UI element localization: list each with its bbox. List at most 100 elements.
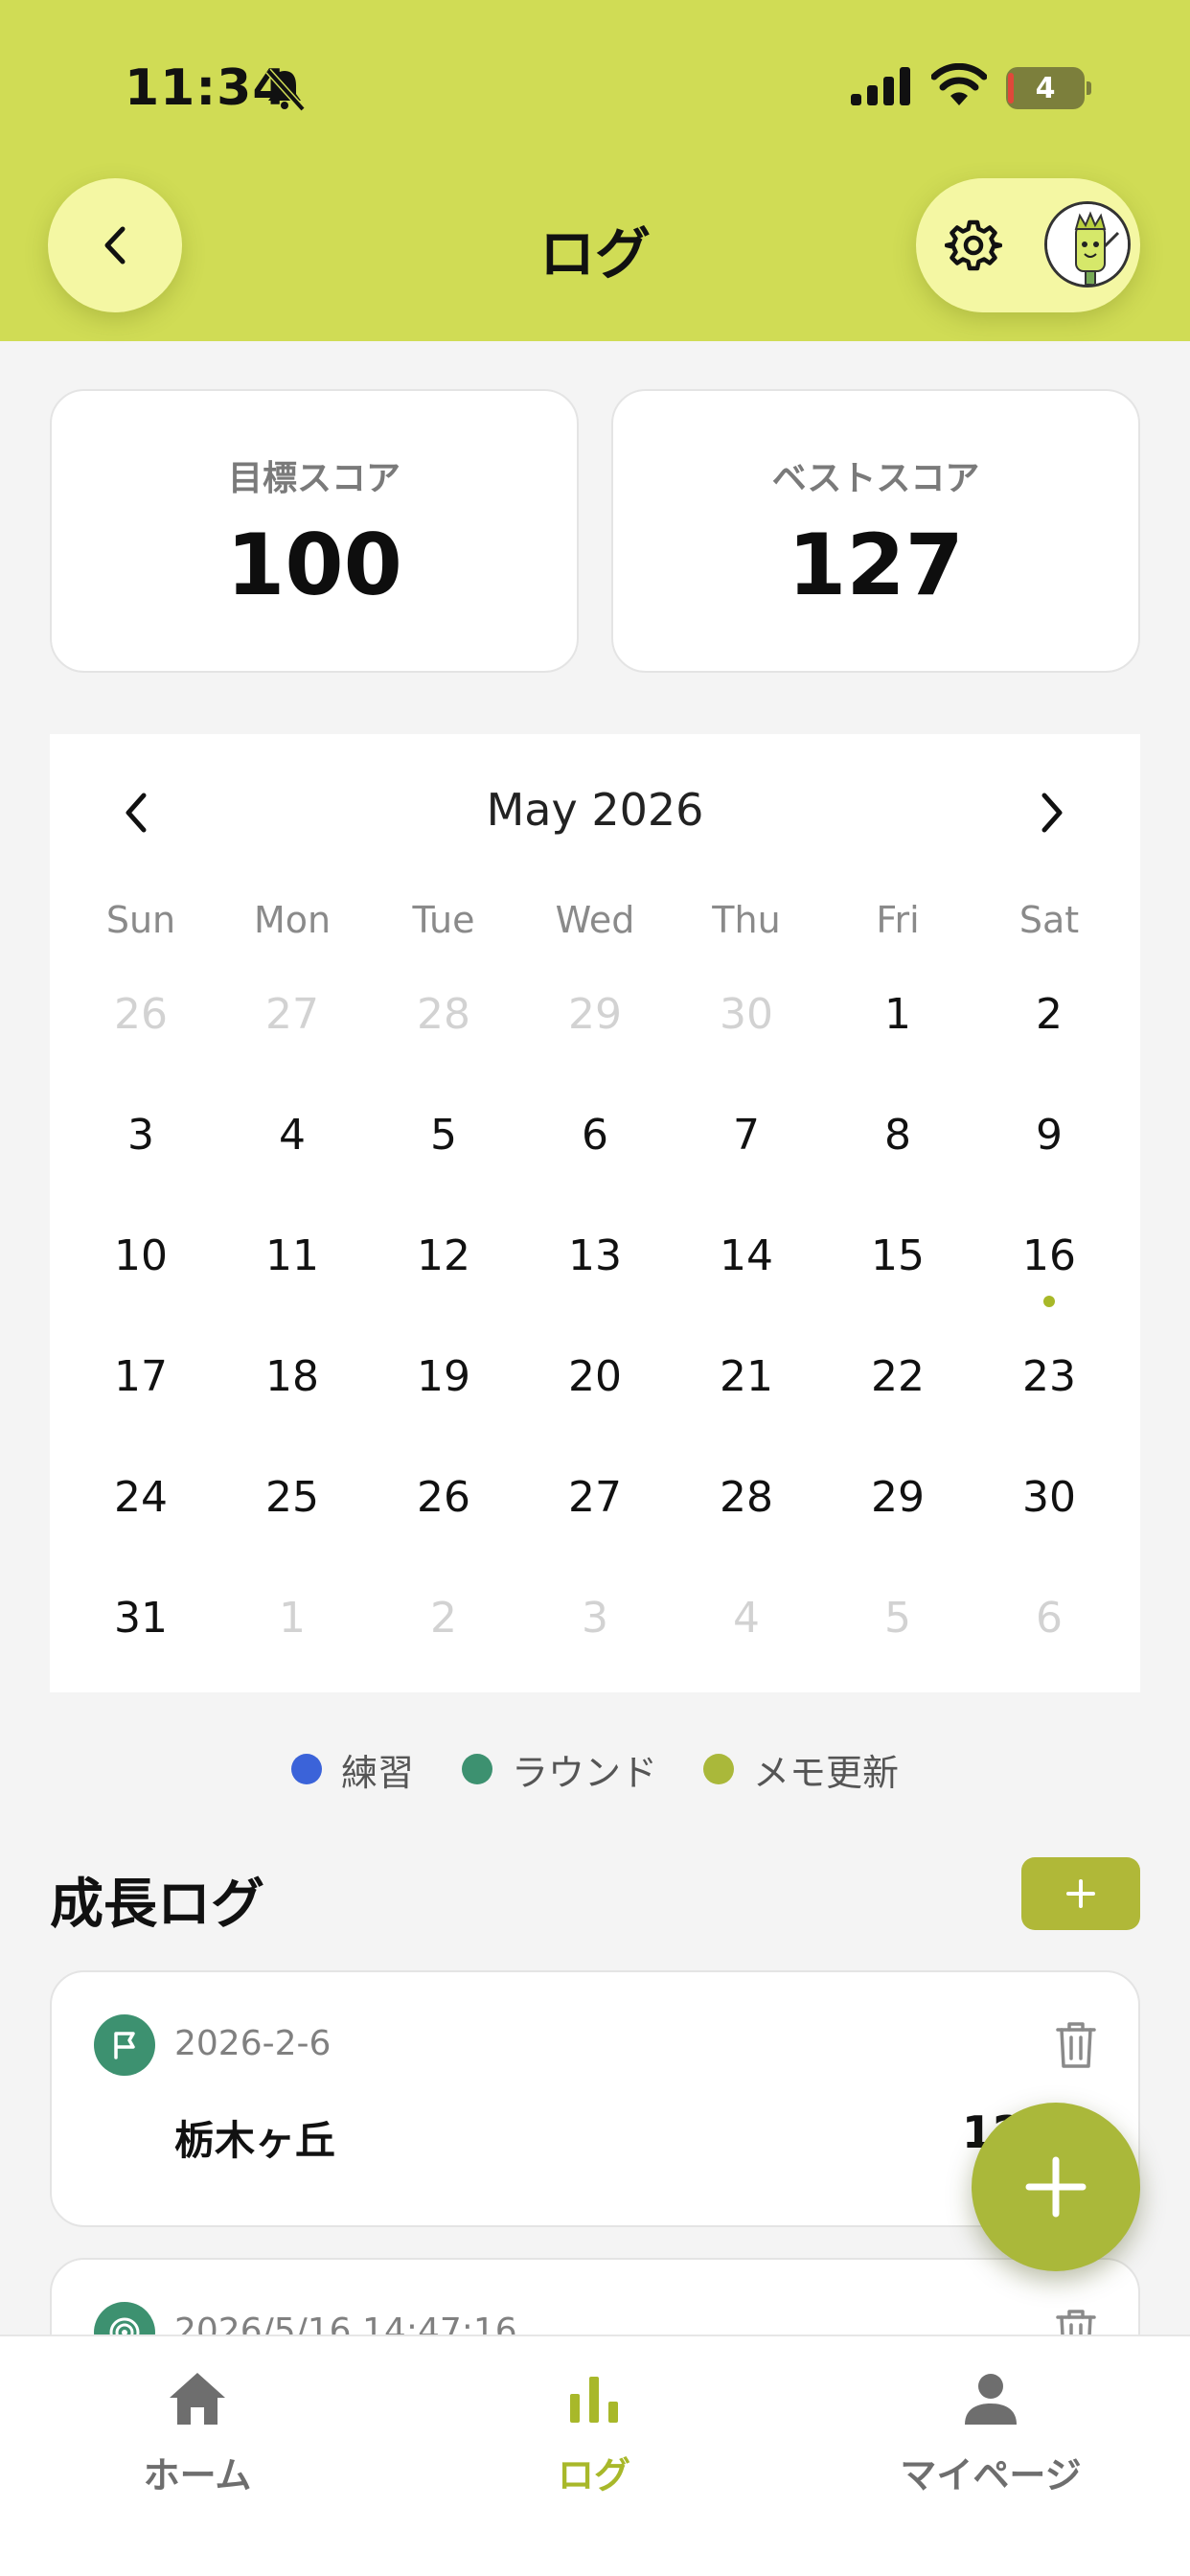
calendar-day[interactable]: 18: [217, 1334, 368, 1420]
calendar: May 2026 Sun Mon Tue Wed Thu Fri Sat 26 27 28 29 30…: [50, 734, 1140, 1692]
log-entry-place: 栃木ヶ丘: [174, 2117, 336, 2164]
calendar-day[interactable]: 28: [671, 1455, 822, 1541]
nav-mypage[interactable]: マイページ: [847, 2365, 1134, 2509]
nav-log[interactable]: ログ: [450, 2365, 738, 2509]
calendar-day[interactable]: 31: [65, 1576, 217, 1662]
calendar-day[interactable]: 3: [65, 1092, 217, 1179]
calendar-day[interactable]: 5: [368, 1092, 519, 1179]
nav-mypage-label: マイページ: [900, 2454, 1082, 2496]
calendar-day[interactable]: 6: [973, 1576, 1125, 1662]
bell-muted-icon: [265, 68, 306, 112]
log-entry-date: 2026-2-6: [174, 2024, 332, 2063]
legend-label-memo: メモ更新: [753, 1751, 900, 1794]
legend-item-practice: 練習: [291, 1740, 414, 1798]
calendar-day[interactable]: 22: [822, 1334, 973, 1420]
bottom-navigation: ホーム ログ マイページ: [0, 2334, 1190, 2576]
legend-dot-round: [462, 1754, 492, 1784]
add-log-button[interactable]: [1021, 1857, 1140, 1930]
next-month-button[interactable]: [1014, 774, 1090, 851]
weekday-label: Sat: [1018, 899, 1080, 941]
calendar-month-label: May 2026: [486, 784, 704, 836]
trash-icon[interactable]: [1052, 2018, 1100, 2072]
battery-level: 4: [1006, 67, 1085, 109]
calendar-day[interactable]: 24: [65, 1455, 217, 1541]
calendar-day[interactable]: 10: [65, 1213, 217, 1300]
plus-icon: [1025, 2156, 1087, 2218]
target-score-value: 100: [226, 516, 402, 614]
calendar-day[interactable]: 15: [822, 1213, 973, 1300]
calendar-day[interactable]: 30: [973, 1455, 1125, 1541]
person-icon: [965, 2374, 1017, 2425]
calendar-day[interactable]: 27: [217, 972, 368, 1058]
battery-indicator: 4: [1006, 67, 1092, 109]
status-bar: 11:34 4: [0, 0, 1190, 172]
weekday-label: Fri: [876, 899, 920, 941]
target-score-card: 目標スコア 100: [50, 389, 579, 673]
calendar-day[interactable]: 26: [65, 972, 217, 1058]
calendar-day[interactable]: 7: [671, 1092, 822, 1179]
legend-label-round: ラウンド: [512, 1751, 658, 1794]
gear-icon: [945, 219, 1002, 271]
bar-chart-icon: [570, 2377, 618, 2423]
wifi-icon: [931, 63, 987, 105]
nav-home[interactable]: ホーム: [54, 2365, 341, 2509]
best-score-value: 127: [788, 516, 964, 614]
legend-item-round: ラウンド: [462, 1740, 657, 1798]
nav-log-label: ログ: [557, 2454, 630, 2496]
home-icon: [170, 2373, 225, 2425]
calendar-day[interactable]: 16: [973, 1213, 1125, 1300]
calendar-day-event-dot: [1043, 1296, 1055, 1307]
add-entry-fab[interactable]: [972, 2103, 1140, 2271]
calendar-day[interactable]: 8: [822, 1092, 973, 1179]
calendar-day[interactable]: 20: [519, 1334, 671, 1420]
calendar-day[interactable]: 28: [368, 972, 519, 1058]
calendar-day[interactable]: 4: [217, 1092, 368, 1179]
legend-item-memo: メモ更新: [703, 1740, 899, 1798]
calendar-day[interactable]: 1: [822, 972, 973, 1058]
target-score-label: 目標スコア: [227, 459, 400, 498]
calendar-day[interactable]: 29: [822, 1455, 973, 1541]
calendar-day[interactable]: 26: [368, 1455, 519, 1541]
legend-label-practice: 練習: [341, 1751, 415, 1794]
calendar-day[interactable]: 30: [671, 972, 822, 1058]
growth-log-title: 成長ログ: [50, 1874, 264, 1936]
calendar-day[interactable]: 4: [671, 1576, 822, 1662]
app-header: 11:34 4 ログ: [0, 0, 1190, 341]
legend-dot-practice: [291, 1754, 322, 1784]
calendar-day[interactable]: 21: [671, 1334, 822, 1420]
calendar-day[interactable]: 27: [519, 1455, 671, 1541]
calendar-day[interactable]: 1: [217, 1576, 368, 1662]
weekday-label: Tue: [412, 899, 475, 941]
calendar-day[interactable]: 9: [973, 1092, 1125, 1179]
weekday-label: Mon: [253, 899, 332, 941]
flag-icon: [114, 2032, 135, 2059]
nav-home-label: ホーム: [143, 2454, 252, 2496]
chevron-right-icon: [1041, 793, 1063, 833]
calendar-day[interactable]: 6: [519, 1092, 671, 1179]
calendar-legend: 練習 ラウンド メモ更新: [0, 1740, 1190, 1798]
calendar-day[interactable]: 13: [519, 1213, 671, 1300]
calendar-day[interactable]: 11: [217, 1213, 368, 1300]
weekday-label: Thu: [712, 899, 781, 941]
legend-dot-memo: [703, 1754, 734, 1784]
settings-button[interactable]: [941, 213, 1006, 278]
best-score-card: ベストスコア 127: [611, 389, 1140, 673]
calendar-day[interactable]: 12: [368, 1213, 519, 1300]
plus-icon: [1066, 1879, 1095, 1908]
header-actions: [916, 178, 1140, 312]
calendar-day[interactable]: 14: [671, 1213, 822, 1300]
calendar-day[interactable]: 3: [519, 1576, 671, 1662]
calendar-day[interactable]: 5: [822, 1576, 973, 1662]
calendar-day[interactable]: 29: [519, 972, 671, 1058]
calendar-day[interactable]: 2: [973, 972, 1125, 1058]
mascot-avatar-icon: [1047, 204, 1128, 285]
calendar-day[interactable]: 19: [368, 1334, 519, 1420]
calendar-day[interactable]: 25: [217, 1455, 368, 1541]
avatar[interactable]: [1044, 201, 1131, 288]
weekday-label: Sun: [105, 899, 176, 941]
calendar-day[interactable]: 2: [368, 1576, 519, 1662]
calendar-day[interactable]: 23: [973, 1334, 1125, 1420]
calendar-day[interactable]: 17: [65, 1334, 217, 1420]
cellular-signal-icon: [851, 67, 910, 105]
best-score-label: ベストスコア: [771, 459, 980, 498]
